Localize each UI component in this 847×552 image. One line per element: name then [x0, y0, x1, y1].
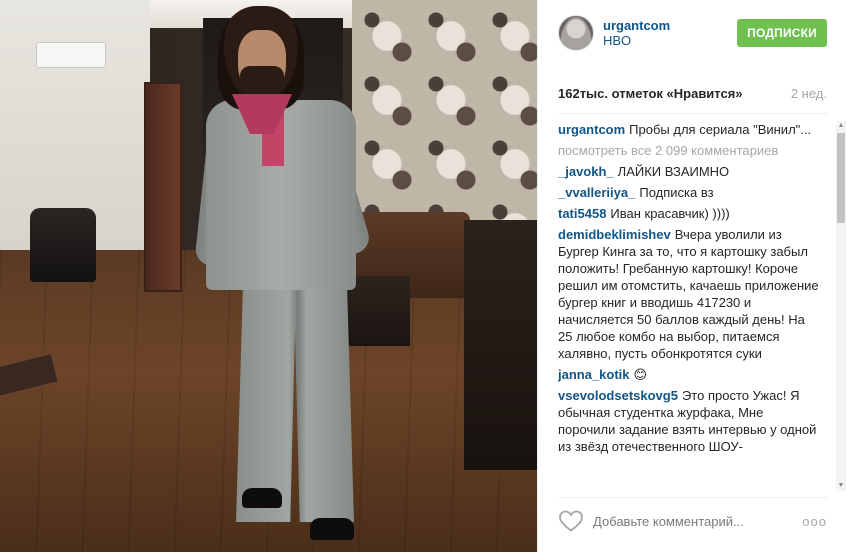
caption: urgantcom Пробы для сериала "Винил"... [558, 121, 821, 138]
comment-user[interactable]: vsevolodsetskovg5 [558, 388, 678, 403]
person-trousers [236, 282, 354, 522]
caption-user[interactable]: urgantcom [558, 122, 625, 137]
follow-button[interactable]: ПОДПИСКИ [737, 19, 827, 47]
photo-air-conditioner [36, 42, 106, 68]
likes-count[interactable]: 162тыс. отметок «Нравится» [558, 86, 743, 101]
photo-door [144, 82, 182, 292]
likes-row: 162тыс. отметок «Нравится» 2 нед. [558, 86, 827, 101]
comment-user[interactable]: demidbeklimishev [558, 227, 671, 242]
scrollbar-thumb[interactable] [837, 133, 845, 223]
list-item: vsevolodsetskovg5 Это просто Ужас! Я обыч… [558, 387, 821, 455]
comment-text: Вчера уволили из Бургер Кинга за то, что… [558, 227, 819, 361]
view-all-comments-link[interactable]: посмотреть все 2 099 комментариев [558, 142, 821, 159]
heart-icon[interactable] [558, 509, 584, 533]
list-item: tati5458 Иван красавчик) )))) [558, 205, 821, 222]
comments-list[interactable]: urgantcom Пробы для сериала "Винил"... по… [558, 121, 821, 491]
avatar[interactable] [558, 15, 594, 51]
post-header: urgantcom HBO ПОДПИСКИ [558, 13, 827, 53]
photo-person [194, 6, 376, 552]
person-right-shoe [310, 518, 354, 540]
post-side-panel: urgantcom HBO ПОДПИСКИ 162тыс. отметок «… [537, 0, 847, 552]
post-time[interactable]: 2 нед. [791, 86, 827, 101]
header-text: urgantcom HBO [603, 18, 737, 48]
list-item: _javokh_ ЛАЙКИ ВЗАИМНО [558, 163, 821, 180]
comments-scrollbar[interactable]: ▲ ▼ [836, 121, 846, 491]
instagram-post: urgantcom HBO ПОДПИСКИ 162тыс. отметок «… [0, 0, 847, 552]
list-item: _vvalleriiya_ Подписка вз [558, 184, 821, 201]
comment-user[interactable]: tati5458 [558, 206, 606, 221]
username-link[interactable]: urgantcom [603, 18, 737, 33]
add-comment-row: ooo [558, 507, 827, 535]
location-link[interactable]: HBO [603, 33, 737, 48]
divider-bottom [558, 497, 827, 498]
comment-user[interactable]: janna_kotik [558, 367, 630, 382]
add-comment-input[interactable] [593, 513, 803, 529]
comment-user[interactable]: _vvalleriiya_ [558, 185, 635, 200]
comment-text: Иван красавчик) )))) [610, 206, 730, 221]
photo-chair [30, 208, 96, 282]
comment-text: 😊 [633, 367, 648, 382]
comment-text: Подписка вз [639, 185, 714, 200]
caption-text: Пробы для сериала "Винил"... [629, 122, 812, 137]
comment-text: ЛАЙКИ ВЗАИМНО [617, 164, 730, 179]
post-photo[interactable] [0, 0, 537, 552]
comment-user[interactable]: _javokh_ [558, 164, 614, 179]
divider-top [558, 113, 827, 114]
more-options-icon[interactable]: ooo [802, 514, 827, 529]
list-item: demidbeklimishev Вчера уволили из Бургер … [558, 226, 821, 362]
person-left-shoe [242, 488, 282, 508]
photo-wallpaper [352, 0, 537, 230]
photo-cabinet [464, 220, 537, 470]
scroll-up-arrow-icon[interactable]: ▲ [836, 121, 846, 131]
list-item: janna_kotik 😊 [558, 366, 821, 383]
scroll-down-arrow-icon[interactable]: ▼ [836, 481, 846, 491]
